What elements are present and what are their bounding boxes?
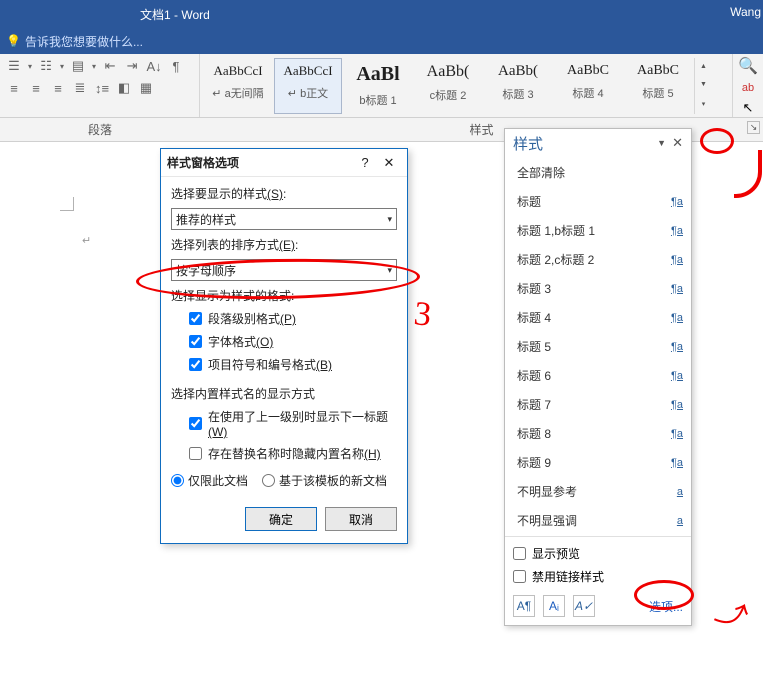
gallery-scroll[interactable]: ▲▼▾: [694, 58, 712, 114]
style-tile[interactable]: AaBbC标题 5: [624, 58, 692, 114]
style-tile[interactable]: AaBb(c标题 2: [414, 58, 482, 114]
chk-hide-builtin-name[interactable]: 存在替换名称时隐藏内置名称(H): [189, 445, 397, 462]
style-tile[interactable]: AaBbCcI↵ a无间隔: [204, 58, 272, 114]
style-tile[interactable]: AaBb(标题 3: [484, 58, 552, 114]
ribbon: ☰▾ ☷▾ ▤▾ ⇤ ⇥ A↓ ¶ ≡ ≡ ≡ ≣ ↕≡ ◧ ▦ AaBbCcI…: [0, 54, 763, 118]
line-spacing-icon[interactable]: ↕≡: [94, 81, 110, 96]
ok-button[interactable]: 确定: [245, 507, 317, 531]
align-left-icon[interactable]: ≡: [6, 81, 22, 96]
increase-indent-icon[interactable]: ⇥: [124, 58, 140, 74]
style-item[interactable]: 标题 8¶a: [515, 422, 689, 445]
style-item[interactable]: 标题 2,c标题 2¶a: [515, 248, 689, 271]
tell-me-placeholder: 告诉我您想要做什么...: [25, 33, 143, 50]
style-inspector-icon[interactable]: Aᵢ: [543, 595, 565, 617]
label-builtin-header: 选择内置样式名的显示方式: [171, 385, 397, 402]
find-icon[interactable]: 🔍: [738, 56, 758, 76]
select-icon[interactable]: ↖: [743, 100, 754, 116]
paragraph-label: 段落: [0, 118, 200, 141]
lightbulb-icon: 💡: [6, 34, 21, 48]
pane-close-icon[interactable]: ✕: [672, 135, 683, 151]
style-tile[interactable]: AaBlb标题 1: [344, 58, 412, 114]
replace-icon[interactable]: ab: [742, 82, 754, 94]
dialog-titlebar: 样式窗格选项 ? ✕: [161, 149, 407, 177]
borders-icon[interactable]: ▦: [138, 80, 154, 96]
label-show-styles: 选择要显示的样式(S):: [171, 185, 397, 202]
manage-styles-icon[interactable]: A✓: [573, 595, 595, 617]
paragraph-marks-icon[interactable]: ¶: [168, 59, 184, 74]
style-item[interactable]: 标题 4¶a: [515, 306, 689, 329]
styles-clear-all[interactable]: 全部清除: [515, 161, 689, 184]
decrease-indent-icon[interactable]: ⇤: [102, 58, 118, 74]
window-title: 文档1 - Word: [140, 6, 210, 23]
numbering-icon[interactable]: ☷: [38, 58, 54, 74]
styles-launcher-icon[interactable]: ↘: [747, 121, 760, 134]
styles-gallery: AaBbCcI↵ a无间隔 AaBbCcI↵ b正文 AaBlb标题 1 AaB…: [200, 54, 733, 117]
chk-font-format[interactable]: 字体格式(O): [189, 333, 397, 350]
combo-sort-order[interactable]: 按字母顺序▾: [171, 259, 397, 281]
tell-me-bar[interactable]: 💡 告诉我您想要做什么...: [0, 28, 763, 54]
justify-icon[interactable]: ≣: [72, 80, 88, 96]
close-icon[interactable]: ✕: [377, 155, 401, 171]
radio-this-document[interactable]: 仅限此文档: [171, 472, 248, 489]
page-corner-marker: [60, 197, 74, 211]
style-item[interactable]: 标题 9¶a: [515, 451, 689, 474]
sort-icon[interactable]: A↓: [146, 59, 162, 74]
editing-group: 🔍 ab ↖: [733, 54, 763, 117]
multilevel-icon[interactable]: ▤: [70, 58, 86, 74]
chk-bullet-format[interactable]: 项目符号和编号格式(B): [189, 356, 397, 373]
chevron-down-icon: ▾: [387, 265, 392, 276]
styles-list: 全部清除 标题¶a 标题 1,b标题 1¶a 标题 2,c标题 2¶a 标题 3…: [505, 157, 691, 536]
align-center-icon[interactable]: ≡: [28, 81, 44, 96]
chk-show-preview[interactable]: 显示预览: [513, 545, 683, 562]
chevron-down-icon: ▾: [387, 214, 392, 225]
style-item[interactable]: 标题 3¶a: [515, 277, 689, 300]
help-icon[interactable]: ?: [353, 155, 377, 170]
options-link[interactable]: 选项...: [649, 598, 683, 615]
new-style-icon[interactable]: A¶: [513, 595, 535, 617]
chk-disable-linked[interactable]: 禁用链接样式: [513, 568, 683, 585]
label-sort-order: 选择列表的排序方式(E):: [171, 236, 397, 253]
style-item[interactable]: 不明显强调a: [515, 509, 689, 532]
paragraph-group: ☰▾ ☷▾ ▤▾ ⇤ ⇥ A↓ ¶ ≡ ≡ ≡ ≣ ↕≡ ◧ ▦: [0, 54, 200, 117]
pane-dropdown-icon[interactable]: ▼: [657, 138, 666, 148]
shading-icon[interactable]: ◧: [116, 80, 132, 96]
radio-template-docs[interactable]: 基于该模板的新文档: [262, 472, 387, 489]
style-tile[interactable]: AaBbC标题 4: [554, 58, 622, 114]
pane-titlebar[interactable]: 样式 ▼ ✕: [505, 129, 691, 157]
combo-show-styles[interactable]: 推荐的样式▾: [171, 208, 397, 230]
dialog-title: 样式窗格选项: [167, 154, 353, 171]
bullets-icon[interactable]: ☰: [6, 58, 22, 74]
chk-paragraph-format[interactable]: 段落级别格式(P): [189, 310, 397, 327]
style-item[interactable]: 不明显参考a: [515, 480, 689, 503]
style-item[interactable]: 标题 5¶a: [515, 335, 689, 358]
pane-title: 样式: [513, 133, 657, 154]
style-item[interactable]: 标题 7¶a: [515, 393, 689, 416]
style-pane-options-dialog: 样式窗格选项 ? ✕ 选择要显示的样式(S): 推荐的样式▾ 选择列表的排序方式…: [160, 148, 408, 544]
style-item[interactable]: 标题¶a: [515, 190, 689, 213]
style-item[interactable]: 标题 1,b标题 1¶a: [515, 219, 689, 242]
chk-show-next-heading[interactable]: 在使用了上一级别时显示下一标题(W): [189, 408, 397, 439]
account-name[interactable]: Wang: [730, 5, 761, 19]
styles-task-pane: 样式 ▼ ✕ 全部清除 标题¶a 标题 1,b标题 1¶a 标题 2,c标题 2…: [504, 128, 692, 626]
style-item[interactable]: 标题 6¶a: [515, 364, 689, 387]
align-right-icon[interactable]: ≡: [50, 81, 66, 96]
pane-footer: 显示预览 禁用链接样式 A¶ Aᵢ A✓ 选项...: [505, 536, 691, 625]
label-format-header: 选择显示为样式的格式:: [171, 287, 397, 304]
cancel-button[interactable]: 取消: [325, 507, 397, 531]
style-tile[interactable]: AaBbCcI↵ b正文: [274, 58, 342, 114]
insertion-cursor: ↵: [82, 234, 91, 247]
titlebar: 文档1 - Word: [0, 0, 763, 28]
